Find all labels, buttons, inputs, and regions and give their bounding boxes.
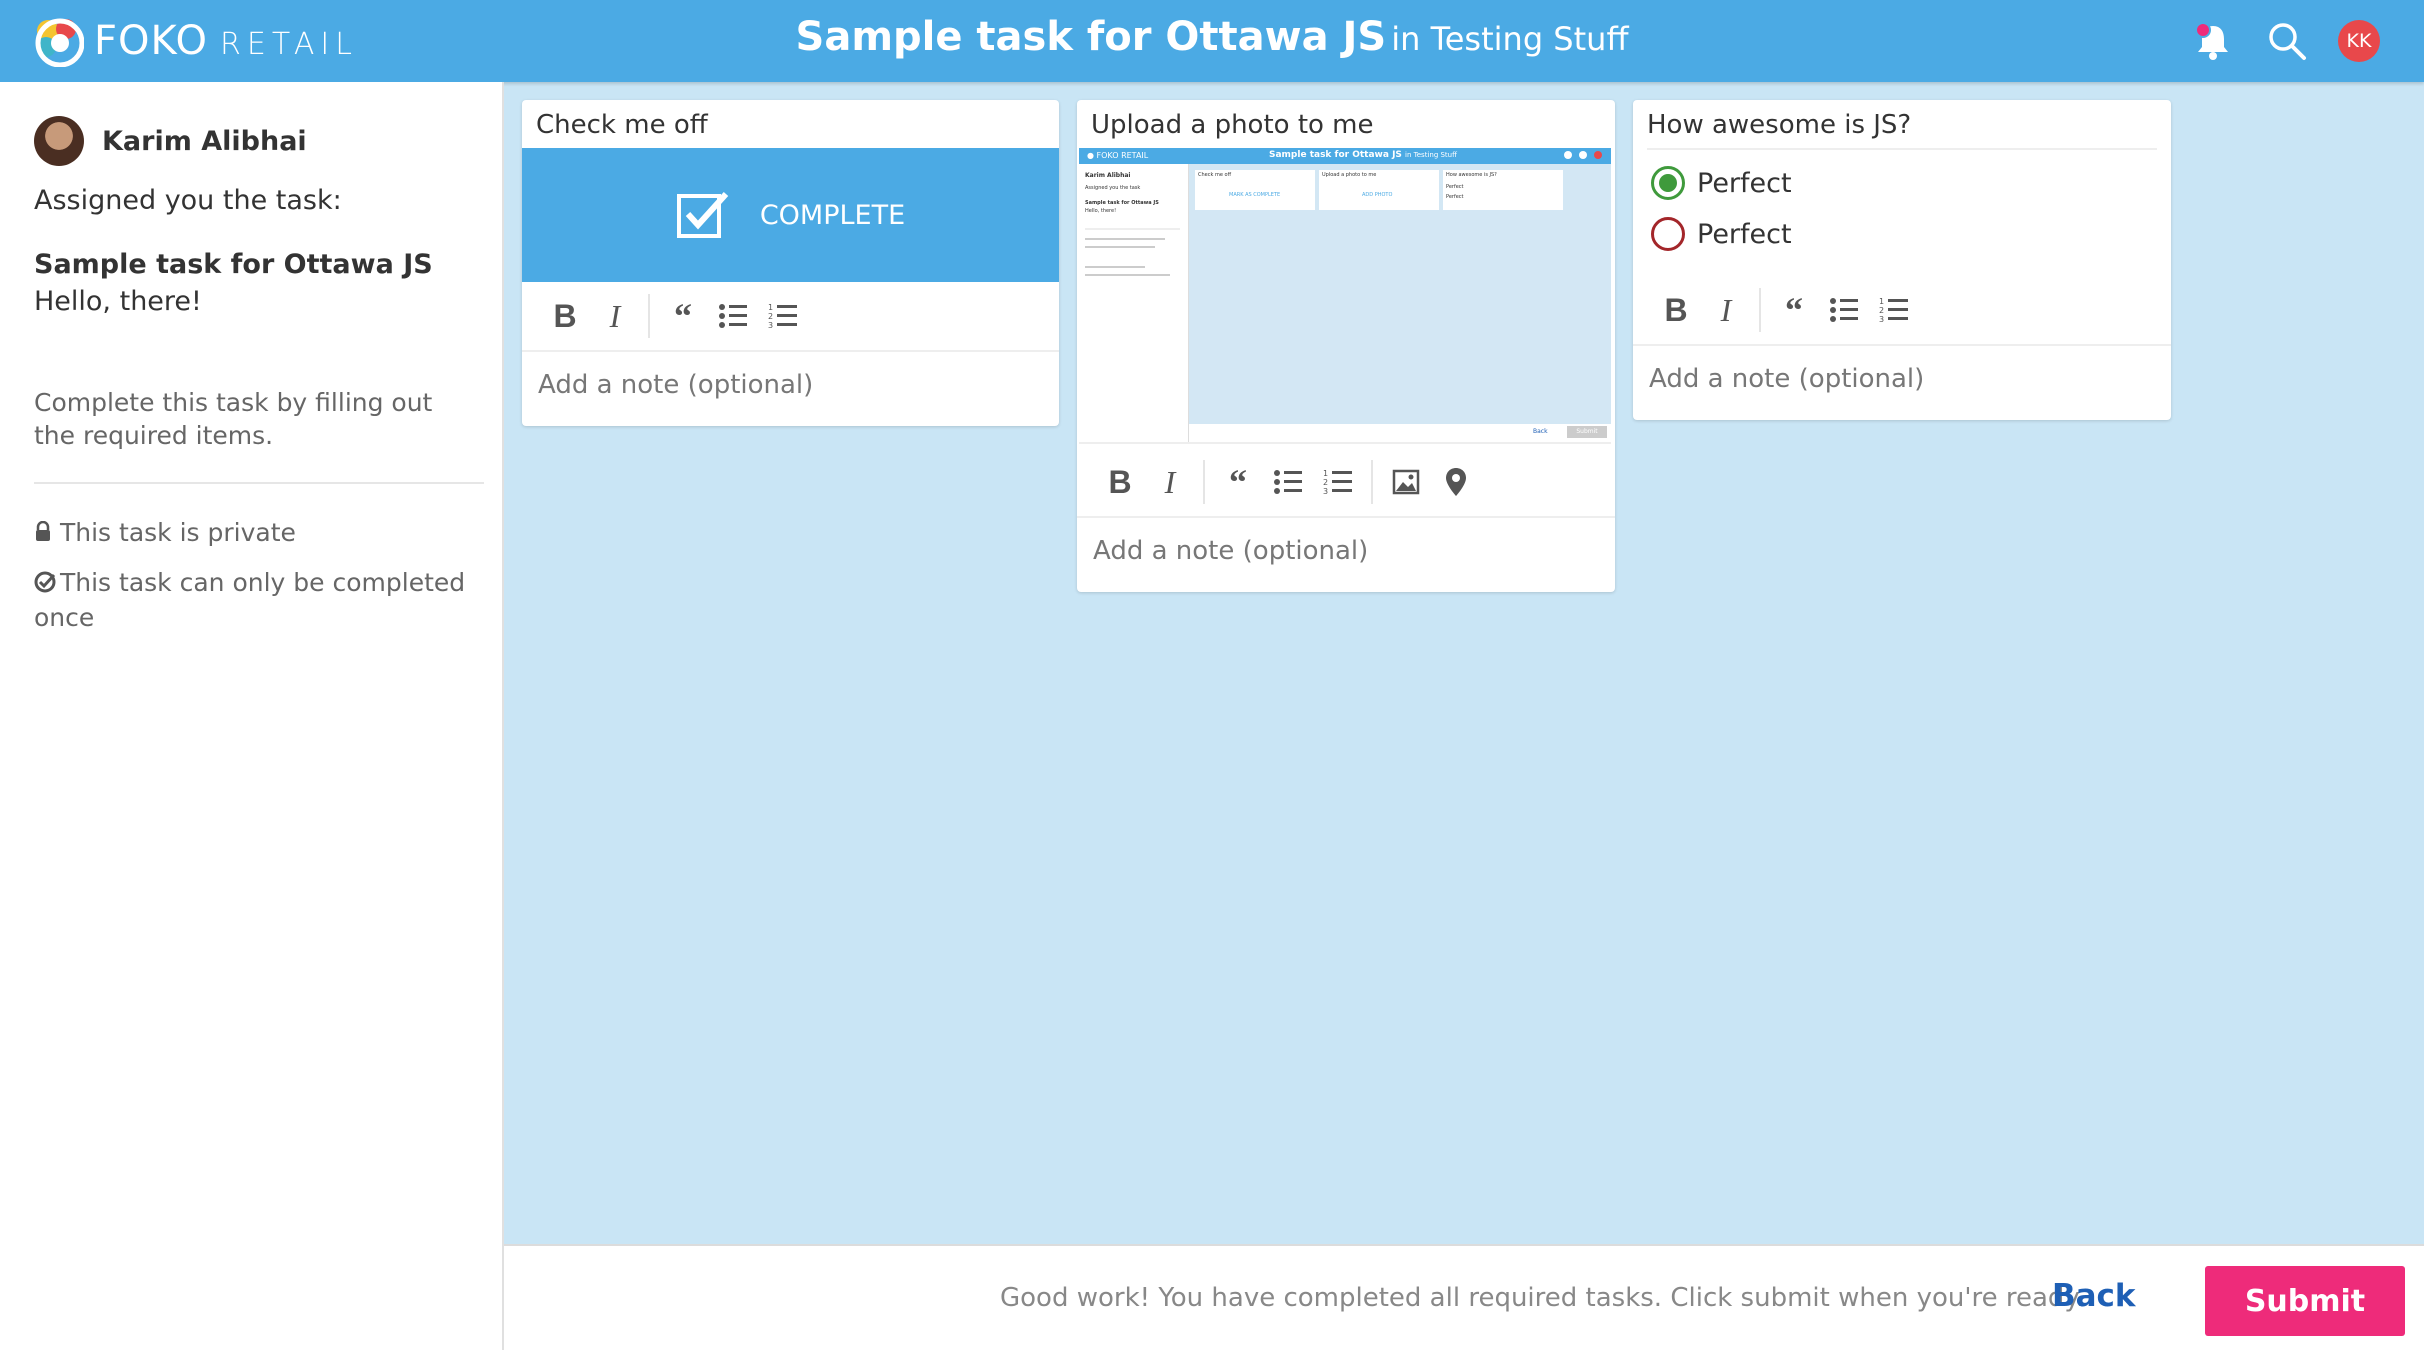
page-title-task-name: Sample task for Ottawa JS xyxy=(795,14,1387,60)
thumb-card3-title: How awesome is JS? xyxy=(1446,172,1497,178)
italic-icon[interactable]: I xyxy=(1145,457,1195,507)
radio-selected-icon[interactable] xyxy=(1651,166,1685,200)
check-circle-icon xyxy=(34,568,60,601)
complete-button-label: COMPLETE xyxy=(759,199,906,231)
complete-once-indicator: This task can only be completed once xyxy=(34,566,474,634)
svg-text:1: 1 xyxy=(1323,469,1328,478)
user-avatar-button[interactable]: KK xyxy=(2338,20,2380,62)
poll-task-card: How awesome is JS? Perfect Perfect B I “… xyxy=(1633,100,2171,420)
poll-card-title: How awesome is JS? xyxy=(1647,110,1912,140)
thumb-assigned: Assigned you the task xyxy=(1085,185,1141,191)
photo-task-card: Upload a photo to me ● FOKO RETAIL Sampl… xyxy=(1077,100,1615,592)
poll-option-1-label: Perfect xyxy=(1697,167,1792,199)
thumb-logo: ● FOKO RETAIL xyxy=(1087,151,1149,160)
note-divider xyxy=(1633,344,2171,346)
thumb-back: Back xyxy=(1533,428,1548,435)
italic-icon[interactable]: I xyxy=(590,291,640,341)
assigned-label: Assigned you the task: xyxy=(34,185,342,216)
bold-icon[interactable]: B xyxy=(1095,457,1145,507)
svg-text:3: 3 xyxy=(1879,315,1884,324)
submit-button[interactable]: Submit xyxy=(2205,1266,2405,1336)
complete-button[interactable]: COMPLETE xyxy=(522,148,1059,282)
svg-text:3: 3 xyxy=(768,321,773,330)
toolbar-separator xyxy=(1203,460,1205,504)
uploaded-photo-thumbnail[interactable]: ● FOKO RETAIL Sample task for Ottawa JS … xyxy=(1079,148,1611,444)
page-title-project: in Testing Stuff xyxy=(1391,20,1629,58)
poll-note-input[interactable]: Add a note (optional) xyxy=(1649,364,1924,394)
thumb-card1-button: MARK AS COMPLETE xyxy=(1229,192,1281,198)
task-description: Hello, there! xyxy=(34,286,202,317)
action-footer: Good work! You have completed all requir… xyxy=(504,1244,2424,1350)
check-card-title: Check me off xyxy=(536,110,708,140)
notifications-bell-icon[interactable] xyxy=(2190,18,2236,64)
poll-title-divider xyxy=(1647,148,2157,150)
poll-note-formatting-toolbar: B I “ 123 xyxy=(1633,276,1919,344)
note-divider xyxy=(1077,516,1615,518)
svg-text:1: 1 xyxy=(1879,297,1884,306)
svg-text:3: 3 xyxy=(1323,487,1328,496)
sidebar-divider xyxy=(34,482,484,484)
toolbar-separator xyxy=(648,294,650,338)
photo-note-formatting-toolbar: B I “ 123 xyxy=(1077,448,1481,516)
photo-note-input[interactable]: Add a note (optional) xyxy=(1093,536,1368,566)
search-icon[interactable] xyxy=(2264,18,2310,64)
svg-text:2: 2 xyxy=(768,312,773,321)
bold-icon[interactable]: B xyxy=(1651,285,1701,335)
numbered-list-icon[interactable]: 123 xyxy=(1313,457,1363,507)
note-formatting-toolbar: B I “ 123 xyxy=(522,282,808,350)
thumb-card2-title: Upload a photo to me xyxy=(1322,172,1377,178)
thumb-option-2: Perfect xyxy=(1446,194,1464,200)
note-divider xyxy=(522,350,1059,352)
thumb-title: Sample task for Ottawa JS xyxy=(1269,150,1402,160)
back-button[interactable]: Back xyxy=(2052,1278,2136,1314)
page-title: Sample task for Ottawa JS in Testing Stu… xyxy=(0,14,2424,60)
numbered-list-icon[interactable]: 123 xyxy=(1869,285,1919,335)
thumb-task-desc: Hello, there! xyxy=(1085,208,1117,214)
numbered-list-icon[interactable]: 123 xyxy=(758,291,808,341)
italic-icon[interactable]: I xyxy=(1701,285,1751,335)
assigner-user: Karim Alibhai xyxy=(34,116,307,166)
assigner-avatar xyxy=(34,116,84,166)
quote-icon[interactable]: “ xyxy=(1213,457,1263,507)
lock-icon xyxy=(34,518,60,551)
quote-icon[interactable]: “ xyxy=(1769,285,1819,335)
private-text: This task is private xyxy=(60,518,296,547)
poll-option-2-label: Perfect xyxy=(1697,218,1792,250)
completion-message: Good work! You have completed all requir… xyxy=(1000,1283,2085,1313)
task-name: Sample task for Ottawa JS xyxy=(34,249,433,280)
bullet-list-icon[interactable] xyxy=(708,291,758,341)
assigner-name: Karim Alibhai xyxy=(102,125,307,157)
note-input[interactable]: Add a note (optional) xyxy=(538,370,813,400)
svg-text:2: 2 xyxy=(1323,478,1328,487)
thumb-task-name: Sample task for Ottawa JS xyxy=(1085,200,1159,206)
check-task-card: Check me off COMPLETE B I “ 123 Add a no… xyxy=(522,100,1059,426)
poll-option-2[interactable]: Perfect xyxy=(1651,217,1792,251)
poll-option-1[interactable]: Perfect xyxy=(1651,166,1792,200)
toolbar-separator xyxy=(1759,288,1761,332)
thumb-submit: Submit xyxy=(1567,426,1607,438)
bullet-list-icon[interactable] xyxy=(1263,457,1313,507)
task-instructions: Complete this task by filling out the re… xyxy=(34,388,433,450)
task-sidebar: Karim Alibhai Assigned you the task: Sam… xyxy=(0,82,504,1350)
checked-box-icon xyxy=(676,191,729,238)
radio-unselected-icon[interactable] xyxy=(1651,217,1685,251)
thumb-card2-button: ADD PHOTO xyxy=(1362,192,1393,198)
image-icon[interactable] xyxy=(1381,457,1431,507)
private-indicator: This task is private xyxy=(34,516,474,551)
complete-once-text: This task can only be completed once xyxy=(34,568,466,632)
bold-icon[interactable]: B xyxy=(540,291,590,341)
thumb-card1-title: Check me off xyxy=(1198,172,1232,178)
photo-card-title: Upload a photo to me xyxy=(1091,110,1374,140)
toolbar-separator xyxy=(1371,460,1373,504)
thumb-user: Karim Alibhai xyxy=(1085,172,1131,179)
location-pin-icon[interactable] xyxy=(1431,457,1481,507)
svg-text:2: 2 xyxy=(1879,306,1884,315)
thumb-option-1: Perfect xyxy=(1446,184,1464,190)
quote-icon[interactable]: “ xyxy=(658,291,708,341)
top-header: FOKO RETAIL Sample task for Ottawa JS in… xyxy=(0,0,2424,82)
bullet-list-icon[interactable] xyxy=(1819,285,1869,335)
thumb-title-sub: in Testing Stuff xyxy=(1405,151,1457,159)
svg-text:1: 1 xyxy=(768,303,773,312)
